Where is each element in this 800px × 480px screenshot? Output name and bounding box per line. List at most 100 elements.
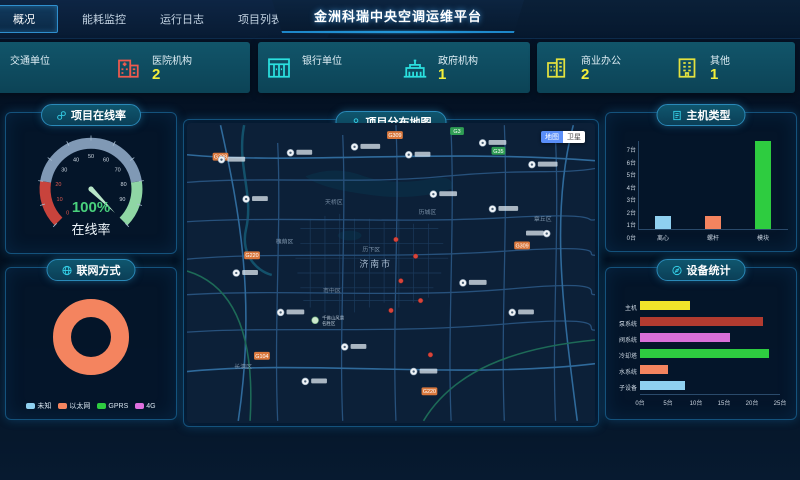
- stat-label: 政府机构: [438, 52, 478, 67]
- project-dot: [398, 279, 403, 284]
- bar-valve-system[interactable]: [640, 333, 730, 342]
- y-tick-label: 4台: [608, 183, 636, 192]
- panel-network-type-header: 联网方式: [47, 259, 136, 281]
- gauge-tick-label: 50: [88, 154, 94, 160]
- bar-modular[interactable]: [755, 141, 771, 229]
- stat-government[interactable]: 政府机构 1: [394, 52, 530, 83]
- x-category-label: 离心: [643, 233, 683, 242]
- x-tick-label: 5台: [663, 398, 672, 407]
- legend-swatch: [58, 403, 67, 409]
- y-tick-label: 2台: [608, 208, 636, 217]
- device-stats-bar-chart: 主机 泵系统 阀系统 冷却塔 水系统 子设备 0台 5台 10台 15台 20台…: [606, 268, 796, 419]
- x-tick-label: 15台: [718, 398, 731, 407]
- legend-item-unknown[interactable]: 未知: [26, 401, 51, 411]
- road-shield: G104: [254, 352, 270, 360]
- stat-office[interactable]: 商业办公 2: [537, 52, 666, 83]
- stat-value: [302, 67, 342, 83]
- panel-title: 联网方式: [77, 262, 121, 278]
- stat-hospital[interactable]: 医院机构 2: [108, 52, 250, 83]
- map-graphic: G308 G309 G3 G35 G309 G220 G104 G220 济南市…: [187, 123, 595, 423]
- dashboard-page: 概况 能耗监控 运行日志 项目列表 视频监控 金洲科瑞中央空调运维平台 交通单位: [0, 0, 800, 480]
- district-label: 天桥区: [325, 198, 343, 206]
- legend-item-gprs[interactable]: GPRS: [97, 401, 128, 411]
- road-shield: G220: [244, 251, 260, 259]
- project-dot: [413, 254, 418, 259]
- project-dot: [428, 352, 433, 357]
- svg-text:G35: G35: [493, 149, 503, 155]
- x-axis: [640, 394, 780, 395]
- bar-water-system[interactable]: [640, 365, 668, 374]
- district-label: 槐荫区: [276, 237, 294, 245]
- legend-label: 4G: [146, 403, 155, 410]
- x-tick-label: 10台: [690, 398, 703, 407]
- x-tick-label: 20台: [746, 398, 759, 407]
- row-label: 主机: [606, 303, 637, 312]
- legend-item-ethernet[interactable]: 以太网: [58, 401, 90, 411]
- bar-host[interactable]: [640, 301, 690, 310]
- legend-label: GPRS: [108, 403, 128, 410]
- tab-overview[interactable]: 概况: [0, 5, 58, 33]
- stat-label: 交通单位: [10, 52, 50, 67]
- stat-card-transport-hospital: 交通单位 医院机构 2: [0, 42, 250, 93]
- road-shield: G309: [514, 241, 530, 249]
- host-type-bar-chart: 7台 6台 5台 4台 3台 2台 1台 0台 离心 螺杆 模块: [606, 113, 796, 251]
- legend-swatch: [26, 403, 35, 409]
- svg-text:G309: G309: [388, 133, 401, 139]
- y-axis: [638, 141, 639, 229]
- stat-label: 商业办公: [581, 52, 621, 67]
- district-label: 历城区: [419, 209, 437, 216]
- tab-operation-log[interactable]: 运行日志: [150, 6, 214, 32]
- government-icon: [400, 53, 430, 83]
- bar-pump-system[interactable]: [640, 317, 763, 326]
- globe-icon: [62, 265, 73, 276]
- stat-value: 1: [710, 67, 730, 83]
- gauge-tick-label: 70: [115, 168, 121, 174]
- project-dot: [394, 237, 399, 242]
- panel-host-type: 主机类型 7台 6台 5台 4台 3台 2台 1台 0台 离心 螺杆 模块: [605, 112, 797, 252]
- page-title: 金洲科瑞中央空调运维平台: [272, 0, 524, 30]
- stat-bank[interactable]: 银行单位: [258, 52, 394, 83]
- x-tick-label: 25台: [774, 398, 787, 407]
- road-shield: G3: [450, 127, 464, 135]
- y-tick-label: 6台: [608, 158, 636, 167]
- gauge-tick-label: 30: [61, 168, 67, 174]
- stat-label: 医院机构: [152, 52, 192, 67]
- stat-value: 2: [152, 67, 192, 83]
- satellite-mode-button[interactable]: 卫星: [563, 131, 585, 143]
- stat-other[interactable]: 其他 1: [666, 52, 795, 83]
- bar-screw[interactable]: [705, 216, 721, 229]
- panel-project-map: 项目分布地图: [183, 119, 599, 427]
- office-building-icon: [543, 53, 573, 83]
- top-nav-bar: 概况 能耗监控 运行日志 项目列表 视频监控 金洲科瑞中央空调运维平台: [0, 0, 800, 39]
- online-rate-caption: 在线率: [6, 219, 176, 238]
- map-canvas[interactable]: G308 G309 G3 G35 G309 G220 G104 G220 济南市…: [187, 123, 595, 423]
- svg-text:G104: G104: [255, 354, 268, 360]
- row-label: 子设备: [606, 383, 637, 392]
- project-dot: [389, 308, 394, 313]
- gauge-tick-label: 60: [103, 158, 109, 164]
- project-dot: [418, 298, 423, 303]
- tab-energy-monitor[interactable]: 能耗监控: [72, 6, 136, 32]
- legend-item-4g[interactable]: 4G: [135, 401, 155, 411]
- row-label: 冷却塔: [606, 351, 637, 360]
- stat-transport[interactable]: 交通单位: [0, 52, 108, 83]
- map-mode-button[interactable]: 地图: [541, 131, 563, 143]
- stat-card-bank-government: 银行单位 政府机构 1: [258, 42, 530, 93]
- row-label: 阀系统: [606, 335, 637, 344]
- bar-sub-device[interactable]: [640, 381, 685, 390]
- stat-value: 1: [438, 67, 478, 83]
- district-label: 长清区: [234, 363, 252, 371]
- x-category-label: 模块: [743, 233, 783, 242]
- legend-label: 未知: [37, 401, 51, 411]
- map-type-toggle: 地图 卫星: [541, 131, 585, 143]
- bar-centrifugal[interactable]: [655, 216, 671, 229]
- donut-chart: [29, 282, 153, 392]
- car-icon: [0, 53, 2, 83]
- bar-cooling-tower[interactable]: [640, 349, 769, 358]
- x-axis: [638, 229, 788, 230]
- poi-label: 名胜区: [322, 320, 336, 327]
- y-tick-label: 3台: [608, 195, 636, 204]
- district-label: 市中区: [323, 287, 341, 295]
- link-icon: [56, 110, 67, 121]
- x-tick-label: 0台: [635, 398, 644, 407]
